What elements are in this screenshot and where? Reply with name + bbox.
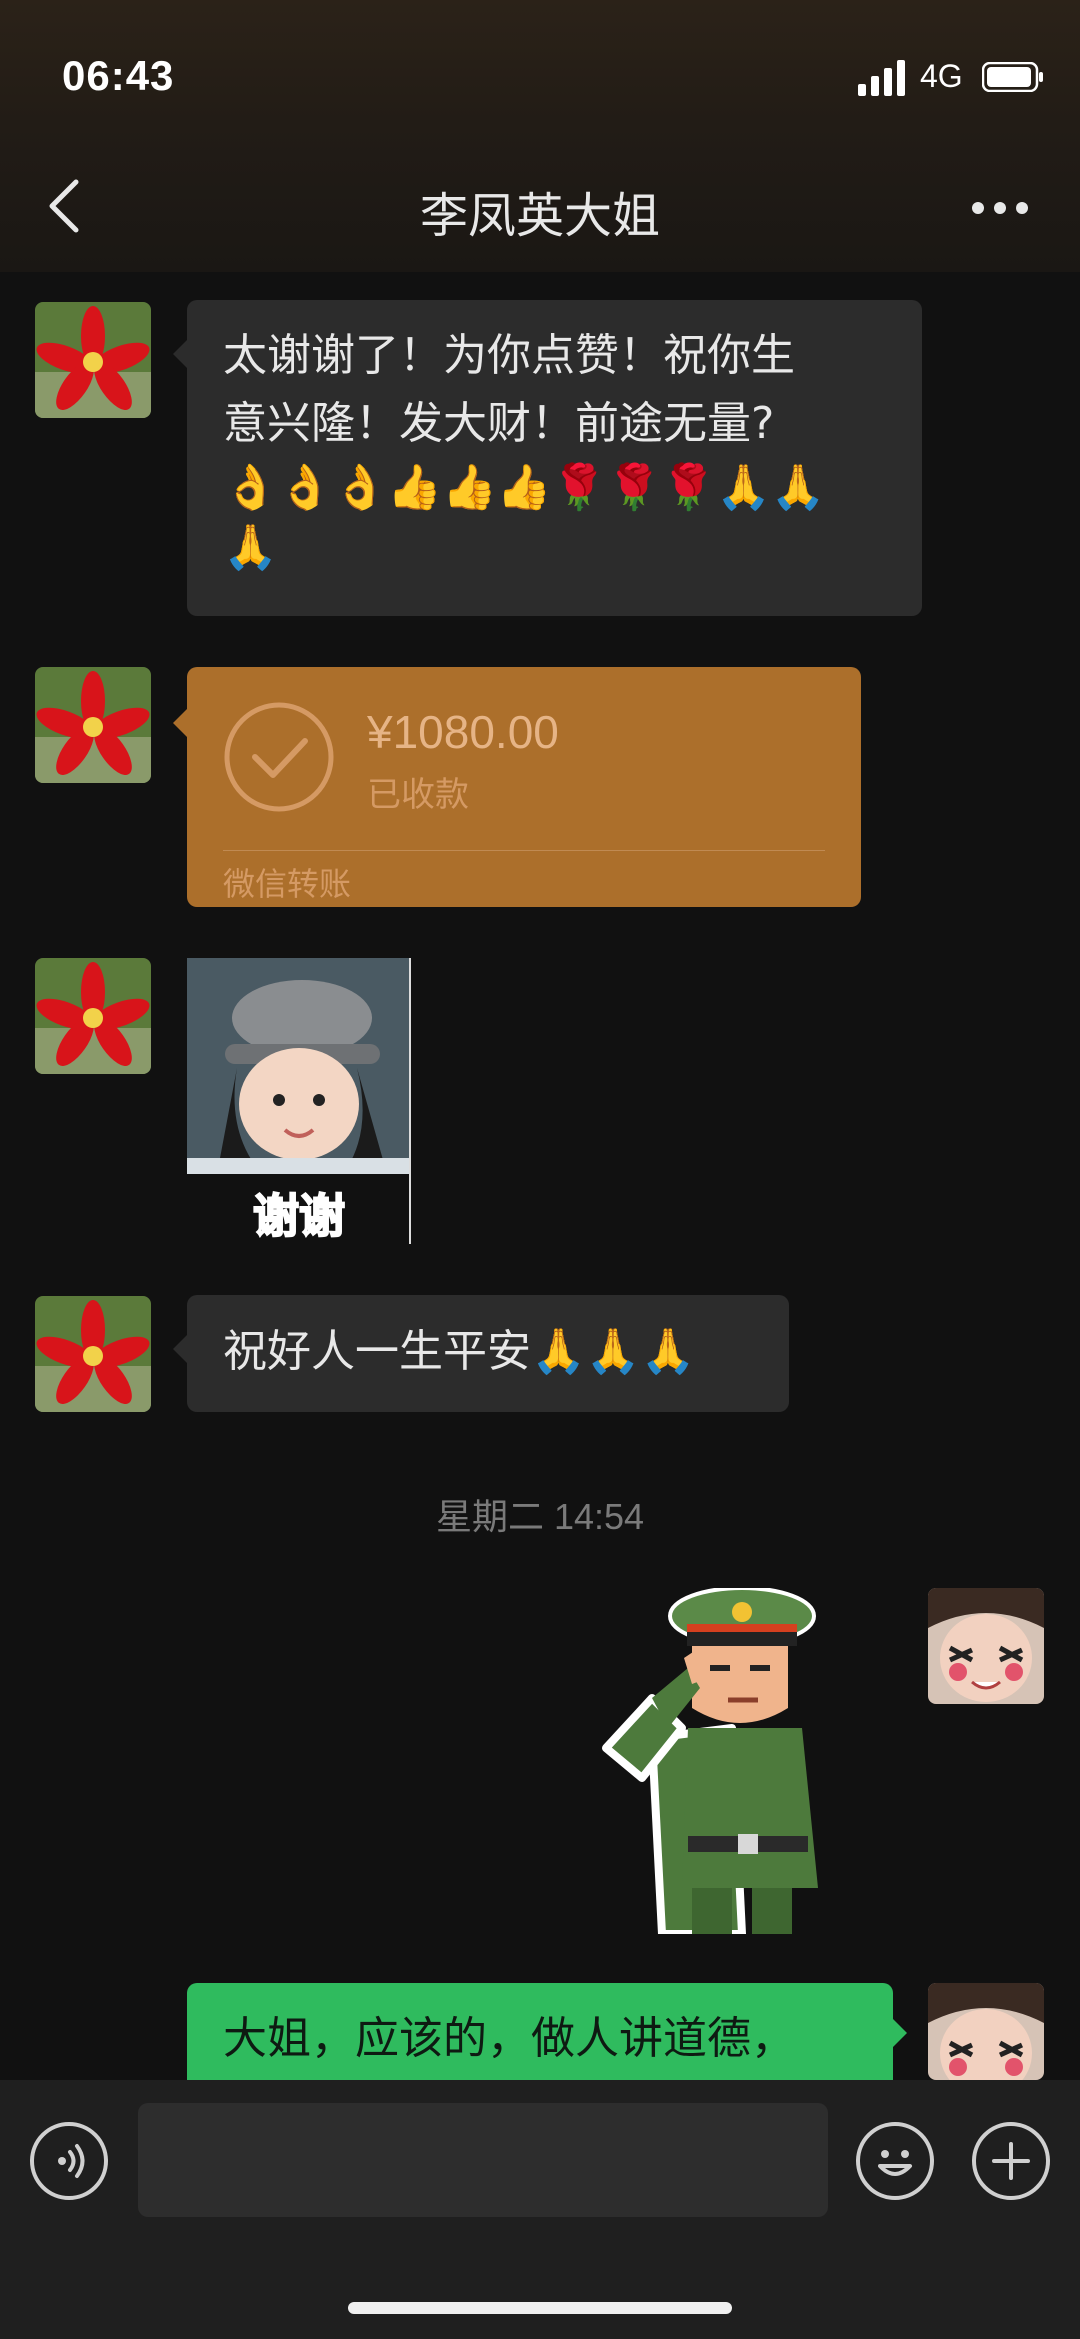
transfer-status: 已收款 <box>367 775 469 815</box>
more-options-icon[interactable] <box>970 200 1030 216</box>
plus-button[interactable] <box>972 2122 1050 2200</box>
voice-button[interactable] <box>30 2122 108 2200</box>
home-indicator[interactable] <box>348 2302 732 2314</box>
message-text: 祝好人一生平安 <box>223 1326 531 1377</box>
emoji-button[interactable] <box>856 2122 934 2200</box>
emoji-row: 👌👌👌👍👍👍🌹🌹🌹🙏🙏 🙏 <box>223 458 886 578</box>
girl-with-hat-sticker-icon <box>187 958 411 1174</box>
flower-avatar-icon <box>35 958 151 1074</box>
my-avatar[interactable] <box>928 1983 1044 2080</box>
contact-avatar[interactable] <box>35 667 151 783</box>
my-avatar[interactable] <box>928 1588 1044 1704</box>
signal-icon <box>858 60 905 96</box>
message-text-line: 意兴隆！发大财！前途无量? <box>223 398 775 449</box>
message-text-line: 太谢谢了！为你点赞！祝你生 <box>223 330 795 381</box>
network-type: 4G <box>920 58 963 94</box>
child-avatar-icon <box>928 1588 1044 1704</box>
pray-icon: 🙏🙏🙏 <box>531 1326 696 1377</box>
transfer-card[interactable]: ¥1080.00 已收款 微信转账 <box>173 667 861 907</box>
transfer-amount: ¥1080.00 <box>367 706 559 758</box>
message-bubble[interactable]: 祝好人一生平安🙏🙏🙏 <box>173 1295 789 1412</box>
sent-message-bubble[interactable]: 大姐，应该的，做人讲道德， <box>187 1983 907 2080</box>
divider <box>223 850 825 851</box>
chat-timestamp: 星期二 14:54 <box>435 1496 645 1537</box>
check-circle-icon <box>224 702 334 812</box>
transfer-label: 微信转账 <box>223 865 352 903</box>
flower-avatar-icon <box>35 667 151 783</box>
contact-avatar[interactable] <box>35 1296 151 1412</box>
pray-icon: 🙏🙏 <box>716 462 826 513</box>
pray-icon: 🙏 <box>223 522 278 573</box>
message-bubble[interactable]: 太谢谢了！为你点赞！祝你生 意兴隆！发大财！前途无量? 👌👌👌👍👍👍🌹🌹🌹🙏🙏 … <box>173 300 922 616</box>
top-bar: 06:43 4G 李凤英大姐 <box>0 0 1080 272</box>
plus-icon <box>992 2142 1030 2180</box>
message-text: 大姐，应该的，做人讲道德， <box>223 2013 795 2064</box>
status-time: 06:43 <box>62 52 175 99</box>
sticker-caption: 谢谢 <box>252 1188 346 1244</box>
flower-avatar-icon <box>35 1296 151 1412</box>
sticker-image[interactable]: 谢谢 <box>187 958 411 1244</box>
battery-icon <box>982 62 1043 92</box>
ok-hand-icon: 👌👌👌 <box>223 462 388 513</box>
contact-avatar[interactable] <box>35 302 151 418</box>
voice-icon <box>58 2144 85 2178</box>
smiley-icon <box>878 2150 912 2176</box>
message-input[interactable] <box>138 2103 828 2217</box>
rose-icon: 🌹🌹🌹 <box>551 462 717 513</box>
flower-avatar-icon <box>35 302 151 418</box>
thumbs-up-icon: 👍👍👍 <box>387 462 552 513</box>
child-avatar-icon <box>928 1983 1044 2080</box>
contact-avatar[interactable] <box>35 958 151 1074</box>
sticker-edge <box>409 958 411 1244</box>
saluting-soldier-sticker-icon[interactable] <box>592 1588 828 1934</box>
chat-title: 李凤英大姐 <box>419 188 660 244</box>
